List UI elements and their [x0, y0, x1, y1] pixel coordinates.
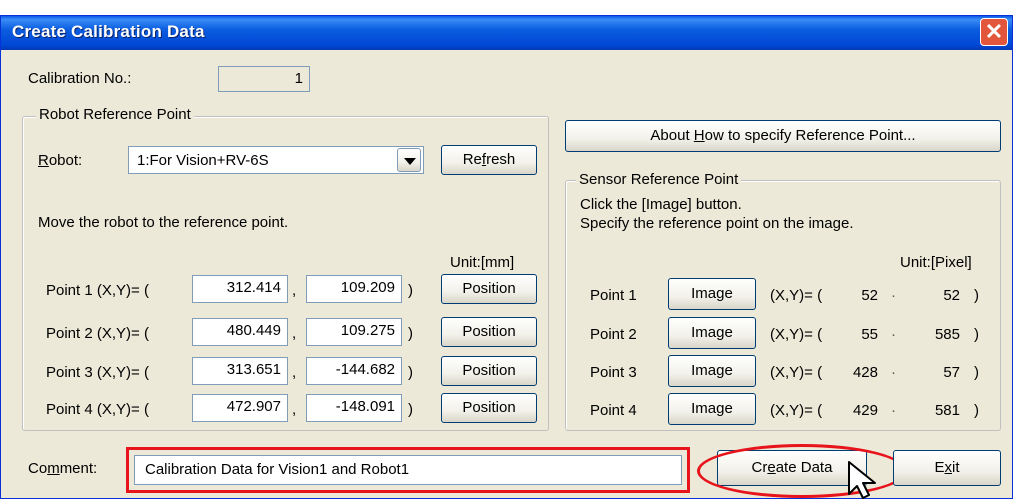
position-button-4[interactable]: Position — [441, 393, 537, 423]
comma: , — [292, 401, 297, 418]
calibration-no-label: Calibration No.: — [28, 70, 132, 87]
xy-prefix: (X,Y)= ( — [770, 287, 823, 304]
xy-prefix: (X,Y)= ( — [770, 402, 823, 419]
point-2-label: Point 2 (X,Y)= ( — [46, 325, 149, 342]
image-button-4[interactable]: Image — [668, 393, 756, 425]
separator-dot: · — [891, 402, 896, 419]
point-1-x-input[interactable]: 312.414 — [192, 275, 288, 303]
close-paren: ) — [408, 364, 413, 381]
point-1-y-input[interactable]: 109.209 — [306, 275, 402, 303]
point-4-label: Point 4 (X,Y)= ( — [46, 401, 149, 418]
point-4-y-input[interactable]: -148.091 — [306, 394, 402, 422]
point-1-label: Point 1 (X,Y)= ( — [46, 282, 149, 299]
about-reference-point-button[interactable]: About How to specify Reference Point... — [565, 120, 1001, 152]
window-title: Create Calibration Data — [12, 22, 205, 41]
sensor-group-legend: Sensor Reference Point — [576, 171, 742, 188]
sensor-unit: Unit:[Pixel] — [900, 254, 972, 271]
comment-label: Comment: — [28, 460, 98, 477]
close-paren: ) — [974, 402, 979, 419]
close-paren: ) — [408, 401, 413, 418]
dropdown-arrow[interactable] — [397, 148, 421, 172]
refresh-button[interactable]: Refresh — [441, 145, 537, 175]
close-paren: ) — [974, 326, 979, 343]
position-button-3[interactable]: Position — [441, 356, 537, 386]
sensor-point-4-y: 581 — [934, 402, 960, 419]
xy-prefix: (X,Y)= ( — [770, 326, 823, 343]
sensor-point-3-x: 428 — [852, 364, 878, 381]
comment-value: Calibration Data for Vision1 and Robot1 — [145, 461, 410, 478]
image-button-3[interactable]: Image — [668, 355, 756, 387]
sensor-instruction-2: Specify the reference point on the image… — [580, 215, 854, 232]
comma: , — [292, 364, 297, 381]
sensor-point-1-label: Point 1 — [590, 287, 637, 304]
point-3-y-input[interactable]: -144.682 — [306, 357, 402, 385]
image-button-1[interactable]: Image — [668, 278, 756, 310]
exit-button[interactable]: Exit — [893, 450, 1001, 486]
sensor-point-2-y: 585 — [934, 326, 960, 343]
sensor-point-3-label: Point 3 — [590, 364, 637, 381]
image-button-2[interactable]: Image — [668, 317, 756, 349]
point-2-x-input[interactable]: 480.449 — [192, 318, 288, 346]
close-icon: ✕ — [984, 19, 1004, 44]
close-paren: ) — [408, 325, 413, 342]
separator-dot: · — [891, 364, 896, 381]
point-3-x-input[interactable]: 313.651 — [192, 357, 288, 385]
close-paren: ) — [408, 282, 413, 299]
calibration-no-field: 1 — [218, 66, 310, 92]
chevron-down-icon — [404, 158, 416, 165]
comment-input[interactable]: Calibration Data for Vision1 and Robot1 — [134, 455, 682, 485]
sensor-point-2-label: Point 2 — [590, 326, 637, 343]
position-button-1[interactable]: Position — [441, 274, 537, 304]
separator-dot: · — [891, 287, 896, 304]
robot-select-value: 1:For Vision+RV-6S — [137, 152, 269, 169]
position-button-2[interactable]: Position — [441, 317, 537, 347]
robot-group-legend: Robot Reference Point — [36, 106, 194, 123]
sensor-point-1-x: 52 — [861, 287, 878, 304]
close-button[interactable]: ✕ — [980, 18, 1008, 46]
robot-unit: Unit:[mm] — [450, 254, 515, 271]
comma: , — [292, 282, 297, 299]
xy-prefix: (X,Y)= ( — [770, 364, 823, 381]
sensor-point-1-y: 52 — [943, 287, 960, 304]
mouse-cursor-icon — [848, 461, 876, 499]
sensor-point-2-x: 55 — [861, 326, 878, 343]
robot-label: Robot: — [38, 152, 83, 169]
sensor-point-3-y: 57 — [943, 364, 960, 381]
robot-instruction: Move the robot to the reference point. — [38, 214, 289, 231]
point-3-label: Point 3 (X,Y)= ( — [46, 364, 149, 381]
sensor-point-4-label: Point 4 — [590, 402, 637, 419]
robot-select[interactable]: 1:For Vision+RV-6S — [128, 146, 424, 174]
separator-dot: · — [891, 326, 896, 343]
close-paren: ) — [974, 287, 979, 304]
close-paren: ) — [974, 364, 979, 381]
sensor-point-4-x: 429 — [852, 402, 878, 419]
sensor-instruction-1: Click the [Image] button. — [580, 196, 742, 213]
point-4-x-input[interactable]: 472.907 — [192, 394, 288, 422]
point-2-y-input[interactable]: 109.275 — [306, 318, 402, 346]
comma: , — [292, 325, 297, 342]
